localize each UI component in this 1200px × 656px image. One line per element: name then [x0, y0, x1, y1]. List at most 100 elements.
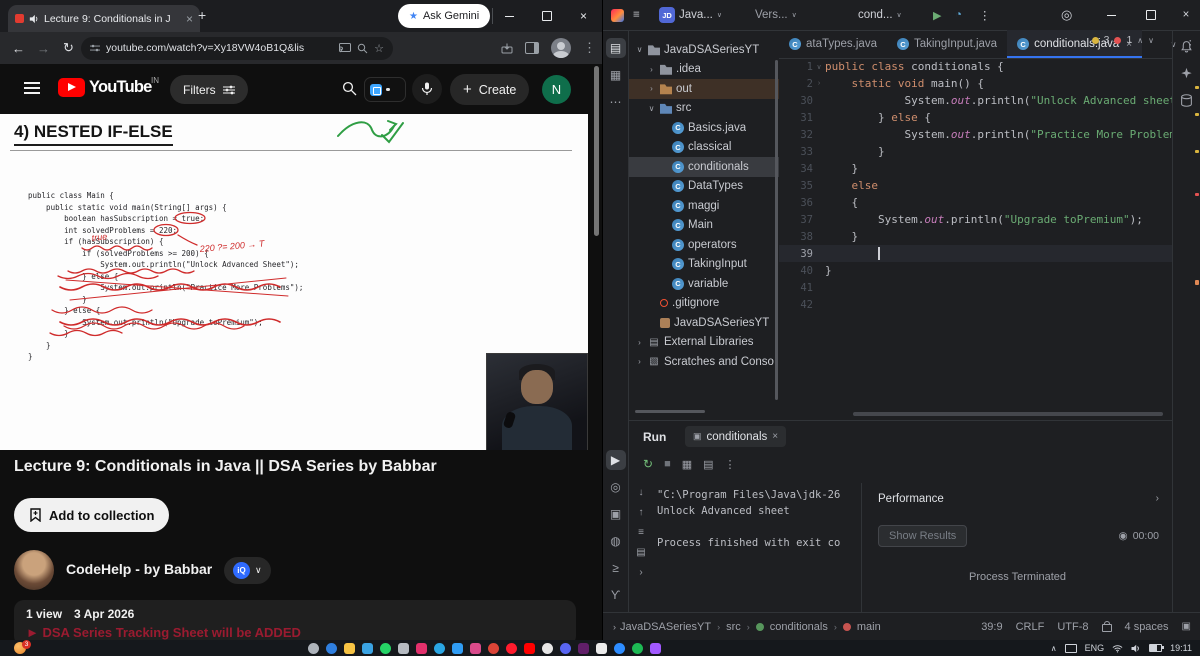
tree-item-operators[interactable]: Coperators	[629, 235, 779, 255]
vcs-widget[interactable]: Vers... ∨	[755, 0, 797, 30]
slack-app-icon[interactable]	[578, 642, 589, 654]
instagram-app-icon[interactable]	[416, 642, 427, 654]
tree-item-javadsaseriesyt[interactable]: JavaDSASeriesYT	[629, 313, 779, 333]
tree-chevron-icon[interactable]: ∨	[635, 45, 644, 54]
notifications-bell-icon[interactable]	[1180, 40, 1193, 53]
browser-scrollbar[interactable]	[594, 66, 599, 236]
profile-button[interactable]: ◔	[955, 0, 962, 30]
language-indicator[interactable]: ENG	[1085, 643, 1105, 653]
run-tab[interactable]: ▣ conditionals ×	[685, 426, 787, 447]
line-separator[interactable]: CRLF	[1016, 621, 1045, 633]
youtube-app-icon[interactable]	[524, 642, 535, 654]
fold-icon[interactable]: ∨	[813, 63, 825, 71]
profile-avatar[interactable]	[551, 38, 571, 58]
zoom-app-icon[interactable]	[614, 642, 625, 654]
channel-name[interactable]: CodeHelp - by Babbar	[66, 561, 212, 577]
side-panel-icon[interactable]	[525, 42, 539, 54]
show-results-button[interactable]: Show Results	[878, 525, 968, 547]
tray-expand-icon[interactable]: ∧	[1051, 644, 1057, 653]
editor-line[interactable]: 38 }	[779, 228, 1173, 245]
tree-chevron-icon[interactable]: ›	[647, 65, 656, 74]
more-tools-icon[interactable]: ⋯	[606, 92, 626, 112]
file-encoding[interactable]: UTF-8	[1057, 621, 1088, 633]
build-tool-icon[interactable]: ▣	[606, 504, 626, 524]
bookmark-star-icon[interactable]: ☆	[374, 42, 384, 55]
camera-app-icon[interactable]	[398, 642, 409, 654]
run-button[interactable]: ▶	[933, 0, 941, 30]
tree-item-src[interactable]: ∨ src	[629, 99, 779, 119]
editor-line[interactable]: 40 }	[779, 262, 1173, 279]
volume-icon[interactable]	[1131, 644, 1141, 653]
print-console-icon[interactable]: ▤	[636, 547, 645, 558]
more-console-icon[interactable]: ›	[639, 567, 642, 578]
next-issue-icon[interactable]: ∨	[1148, 36, 1154, 45]
browser-close-button[interactable]: ×	[565, 0, 602, 32]
tree-item-takinginput[interactable]: C TakingInput	[629, 255, 779, 275]
database-icon[interactable]	[1180, 94, 1193, 107]
chrome-app-icon[interactable]	[488, 642, 499, 654]
lock-icon[interactable]	[1101, 621, 1112, 632]
description-box[interactable]: 1 view 3 Apr 2026 ► DSA Series Tracking …	[14, 600, 576, 640]
tree-item-conditionals[interactable]: Cconditionals	[629, 157, 779, 177]
ask-gemini-button[interactable]: ★ Ask Gemini	[398, 4, 491, 28]
status-widget-icon[interactable]: ▣	[1182, 621, 1191, 632]
editor-line[interactable]: 36 {	[779, 194, 1173, 211]
ide-minimize-button[interactable]	[1091, 0, 1131, 30]
browser-minimize-button[interactable]	[491, 0, 528, 32]
search-icon[interactable]	[342, 81, 357, 96]
ide-main-menu-icon[interactable]: ≡	[633, 0, 640, 30]
prev-issue-icon[interactable]: ∧	[1137, 36, 1143, 45]
tab-audio-icon[interactable]	[29, 14, 39, 24]
project-tree-hscrollbar[interactable]	[635, 410, 705, 413]
tree-item-classical[interactable]: Cclassical	[629, 138, 779, 158]
opera-app-icon[interactable]	[506, 642, 517, 654]
ide-close-button[interactable]: ×	[1171, 0, 1200, 30]
snapshot-icon[interactable]: ▦	[682, 458, 692, 471]
save-share-icon[interactable]	[501, 43, 513, 54]
soft-wrap-icon[interactable]: ≡	[638, 527, 644, 538]
stop-icon[interactable]: ■	[664, 458, 671, 470]
editor-line[interactable]: 33 }	[779, 143, 1173, 160]
browser-tab[interactable]: Lecture 9: Conditionals in J ×	[8, 5, 200, 32]
tree-chevron-icon[interactable]: ›	[647, 84, 656, 93]
tree-item-javadsaseriesyt[interactable]: ∨ JavaDSASeriesYT	[629, 40, 779, 60]
tree-item-out[interactable]: › out	[629, 79, 779, 99]
telegram-app-icon[interactable]	[434, 642, 445, 654]
inspections-widget[interactable]: 3 1 ∧ ∨	[1091, 34, 1154, 46]
tree-item-basics-java[interactable]: C Basics.java	[629, 118, 779, 138]
edge-app-icon[interactable]	[326, 642, 337, 654]
editor-tab-TakingInput-java[interactable]: C TakingInput.java	[887, 30, 1007, 58]
status-chevron-icon[interactable]: ›	[613, 622, 616, 632]
editor-tab-ataTypes-java[interactable]: CataTypes.java	[779, 30, 887, 58]
run-more-icon[interactable]: ⋮	[725, 458, 736, 471]
back-button[interactable]: ←	[6, 41, 31, 56]
rerun-icon[interactable]: ↻	[643, 457, 653, 471]
youtube-menu-icon[interactable]	[24, 82, 40, 94]
discord-app-icon[interactable]	[560, 642, 571, 654]
more-run-actions-icon[interactable]: ⋮	[979, 0, 991, 30]
project-tool-icon[interactable]: ▤	[605, 38, 626, 58]
capture-icon[interactable]: ▤	[703, 458, 713, 471]
whatsapp-app-icon[interactable]	[380, 642, 391, 654]
search-input[interactable]	[364, 77, 406, 102]
browser-menu-icon[interactable]: ⋮	[583, 40, 596, 56]
clock[interactable]: 19:11	[1170, 643, 1192, 653]
vscode-app-icon[interactable]	[452, 642, 463, 654]
address-bar[interactable]: youtube.com/watch?v=Xy18VW4oB1Q&lis ☆	[81, 36, 393, 60]
editor-line[interactable]: 41	[779, 279, 1173, 296]
figma-app-icon[interactable]	[650, 642, 661, 654]
new-tab-button[interactable]: +	[198, 7, 206, 23]
github-app-icon[interactable]	[542, 642, 553, 654]
explorer-app-icon[interactable]	[344, 642, 355, 654]
editor-line[interactable]: 1 ∨ public class conditionals {	[779, 58, 1173, 75]
caret-position[interactable]: 39:9	[981, 621, 1002, 633]
fold-icon[interactable]: ›	[813, 80, 825, 87]
services-tool-icon[interactable]: ◎	[606, 477, 626, 497]
jetbrains-app-icon[interactable]	[470, 642, 481, 654]
site-info-icon[interactable]	[90, 43, 100, 53]
scroll-to-start-icon[interactable]: ↑	[639, 507, 644, 518]
editor-line[interactable]: 42	[779, 296, 1173, 313]
editor-line[interactable]: 39	[779, 245, 1173, 262]
forward-button[interactable]: →	[31, 41, 56, 56]
tree-item-maggi[interactable]: Cmaggi	[629, 196, 779, 216]
